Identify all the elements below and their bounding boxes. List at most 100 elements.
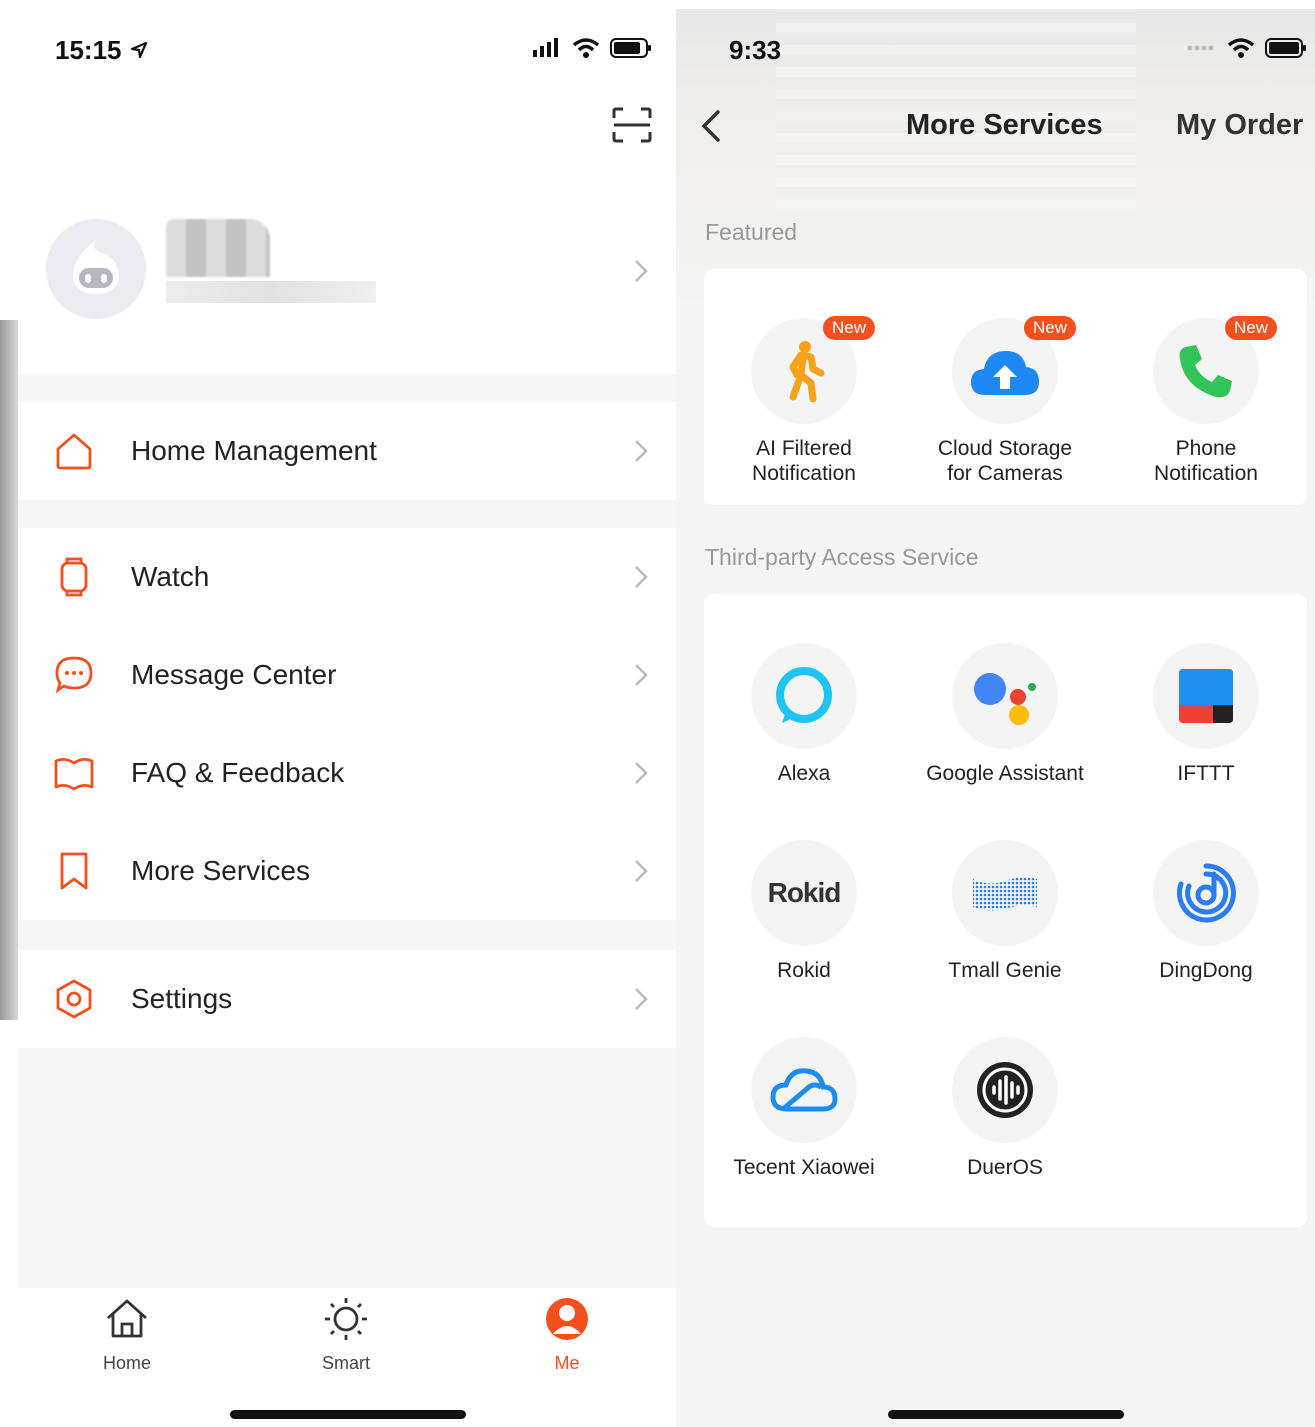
- wifi-icon: [572, 38, 600, 58]
- menu-group-settings: Settings: [18, 950, 676, 1048]
- featured-section-title: Featured: [705, 219, 798, 245]
- service-icon-circle: [1153, 643, 1259, 749]
- status-icons: [1187, 37, 1307, 59]
- menu-item-home-management[interactable]: Home Management: [18, 402, 676, 500]
- service-cloud-storage[interactable]: New Cloud Storage for Cameras: [905, 316, 1105, 486]
- tab-home[interactable]: Home: [67, 1296, 187, 1374]
- cloud-upload-icon: [971, 351, 1039, 395]
- dingdong-icon: [1176, 863, 1236, 923]
- profile-row[interactable]: [18, 209, 676, 329]
- back-chevron-icon[interactable]: [700, 109, 722, 143]
- service-rokid[interactable]: Rokid Rokid: [704, 840, 904, 983]
- menu-item-watch[interactable]: Watch: [18, 528, 676, 626]
- scan-icon[interactable]: [612, 107, 652, 143]
- tab-bar: Home Smart Me: [18, 1288, 676, 1427]
- new-badge: New: [1024, 316, 1077, 340]
- home-icon: [107, 1299, 147, 1338]
- service-dingdong[interactable]: DingDong: [1106, 840, 1306, 983]
- menu-item-label: Message Center: [131, 659, 337, 690]
- signal-icon: [1187, 45, 1214, 51]
- service-ifttt[interactable]: IFTTT: [1106, 643, 1306, 786]
- menu-item-settings[interactable]: Settings: [18, 950, 676, 1048]
- service-icon-circle: [952, 1037, 1058, 1143]
- status-time: 9:33: [729, 35, 782, 65]
- service-icon-circle: [952, 643, 1058, 749]
- phone-icon: [1179, 345, 1232, 398]
- avatar[interactable]: [46, 219, 146, 319]
- service-icon-circle: [952, 840, 1058, 946]
- gear-hexagon-icon: [56, 979, 92, 1019]
- service-tmall-genie[interactable]: Tmall Genie: [905, 840, 1105, 983]
- home-indicator: [230, 1410, 466, 1419]
- chevron-right-icon: [635, 664, 648, 686]
- menu-item-label: FAQ & Feedback: [131, 757, 345, 788]
- my-order-link[interactable]: My Order: [1176, 109, 1303, 142]
- tab-smart[interactable]: Smart: [286, 1296, 406, 1374]
- chevron-right-icon: [635, 440, 648, 462]
- tencent-cloud-icon: [770, 1068, 838, 1112]
- service-name: AI Filtered Notification: [752, 437, 856, 485]
- service-icon-circle: [751, 643, 857, 749]
- battery-icon: [1265, 38, 1306, 58]
- menu-item-more-services[interactable]: More Services: [18, 822, 676, 920]
- service-name: Tmall Genie: [948, 959, 1062, 982]
- status-time: 15:15: [55, 35, 122, 65]
- service-icon-circle: Rokid: [751, 840, 857, 946]
- left-edge-shadow: [0, 320, 18, 1020]
- battery-icon: [610, 38, 651, 58]
- service-icon-circle: [751, 1037, 857, 1143]
- service-icon-circle: [1153, 840, 1259, 946]
- service-name: Cloud Storage for Cameras: [937, 437, 1073, 485]
- person-icon: [546, 1298, 588, 1340]
- wifi-icon: [1227, 38, 1255, 58]
- book-icon: [54, 758, 94, 791]
- tab-label: Me: [554, 1353, 580, 1373]
- menu-group-main: Watch Message Center FAQ & Feedback More…: [18, 528, 676, 920]
- rokid-logo: Rokid: [767, 877, 842, 908]
- service-name: DingDong: [1159, 959, 1253, 982]
- tab-label: Home: [102, 1353, 151, 1373]
- service-icon-circle: New: [751, 316, 876, 424]
- chevron-right-icon: [635, 566, 648, 588]
- alexa-icon: [776, 667, 832, 723]
- bookmark-icon: [60, 852, 88, 890]
- service-alexa[interactable]: Alexa: [704, 643, 904, 786]
- tab-me[interactable]: Me: [507, 1296, 627, 1374]
- menu-item-label: Home Management: [131, 435, 377, 466]
- ifttt-icon: [1179, 669, 1233, 723]
- home-indicator: [888, 1410, 1124, 1419]
- status-icons: [532, 37, 652, 59]
- third-party-card: Alexa Google Assistant IFTTT Rokid Rokid…: [704, 594, 1307, 1227]
- walking-person-icon: [789, 341, 825, 403]
- menu-item-faq-feedback[interactable]: FAQ & Feedback: [18, 724, 676, 822]
- menu-item-message-center[interactable]: Message Center: [18, 626, 676, 724]
- service-ai-filtered-notification[interactable]: New AI Filtered Notification: [704, 316, 904, 486]
- watch-icon: [60, 557, 88, 597]
- service-name: IFTTT: [1177, 762, 1235, 785]
- signal-icon: [533, 38, 558, 57]
- robot-avatar-icon: [73, 240, 119, 294]
- service-icon-circle: New: [952, 316, 1077, 424]
- service-google-assistant[interactable]: Google Assistant: [905, 643, 1105, 786]
- page-title: More Services: [906, 109, 1103, 141]
- location-arrow-icon: [130, 41, 148, 59]
- me-screen: 15:15 Home Management Watch Message Cent…: [18, 9, 676, 1427]
- chevron-right-icon: [635, 260, 648, 282]
- service-name: Alexa: [777, 762, 831, 785]
- tmall-genie-icon: [973, 877, 1037, 911]
- service-phone-notification[interactable]: New Phone Notification: [1106, 316, 1306, 486]
- service-dueros[interactable]: DuerOS: [905, 1037, 1105, 1180]
- service-name: Rokid: [777, 959, 831, 982]
- dueros-icon: [977, 1062, 1033, 1118]
- status-bar: 15:15: [18, 9, 676, 89]
- screenshot-stage: 15:15 Home Management Watch Message Cent…: [0, 0, 1315, 1427]
- account-blurred: [166, 281, 376, 303]
- service-icon-circle: New: [1153, 316, 1278, 424]
- sun-icon: [325, 1298, 367, 1340]
- service-tencent-xiaowei[interactable]: Tecent Xiaowei: [704, 1037, 904, 1180]
- username-blurred: [166, 219, 270, 277]
- google-assistant-icon: [974, 673, 1036, 725]
- menu-item-label: Settings: [131, 983, 233, 1014]
- more-services-screen: 9:33 More Services My Order Featured New…: [676, 9, 1315, 1427]
- tab-label: Smart: [321, 1353, 370, 1373]
